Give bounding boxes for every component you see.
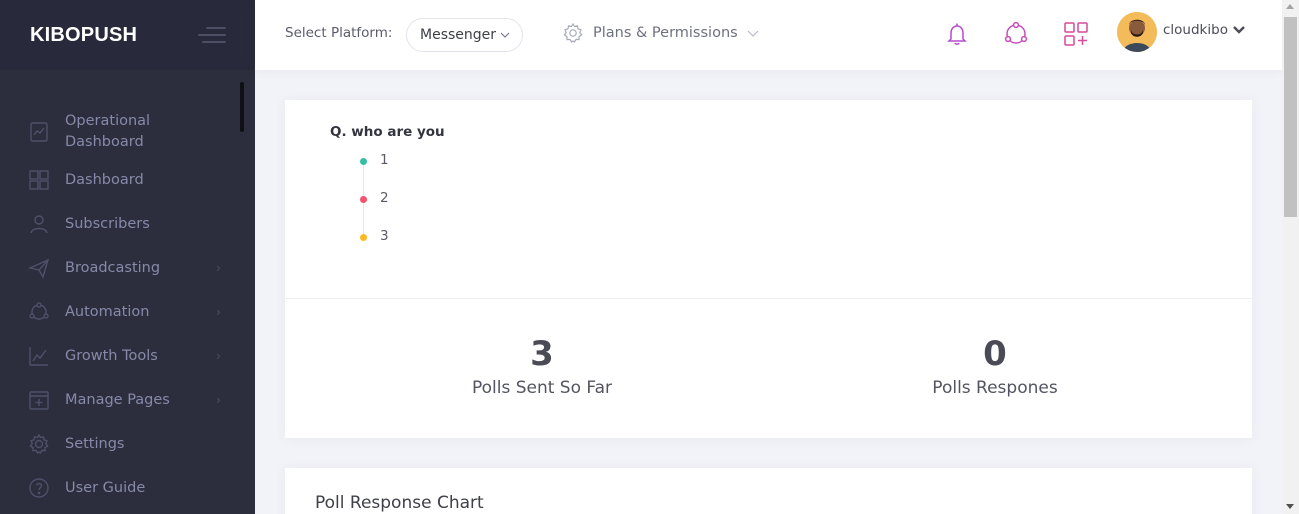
user-icon	[28, 213, 50, 235]
sidebar-item-label: Automation	[65, 303, 150, 320]
sidebar-item-manage-pages[interactable]: Manage Pages ›	[0, 378, 240, 422]
sidebar-item-label: Subscribers	[65, 215, 150, 232]
paper-plane-icon	[28, 257, 50, 279]
user-name: cloudkibo	[1163, 22, 1228, 38]
sidebar-menu: Operational Dashboard Dashboard Subscrib…	[0, 106, 240, 510]
platform-select[interactable]: Messenger	[406, 18, 523, 52]
poll-option: 1	[357, 150, 557, 188]
sidebar-item-label: Broadcasting	[65, 259, 161, 276]
brand-logo-text[interactable]: KIBOPUSH	[30, 24, 137, 47]
poll-question: Q. who are you	[330, 124, 445, 140]
plans-permissions-label: Plans & Permissions	[593, 25, 738, 41]
chevron-down-icon	[1233, 26, 1245, 34]
sidebar-item-automation[interactable]: Automation ›	[0, 290, 240, 334]
gear-icon	[563, 22, 583, 43]
apps-add-icon[interactable]	[1062, 20, 1090, 48]
sidebar-scrollbar[interactable]	[240, 82, 244, 132]
network-icon	[28, 301, 50, 323]
chevron-right-icon: ›	[216, 349, 221, 363]
sidebar-item-label: Dashboard	[65, 171, 144, 188]
stat-polls-sent: 3 Polls Sent So Far	[392, 332, 692, 398]
sidebar: KIBOPUSH Operational Dashboard Dashboard…	[0, 0, 255, 514]
chevron-down-icon	[500, 32, 510, 38]
avatar[interactable]	[1117, 12, 1157, 52]
sidebar-item-label: Manage Pages	[65, 391, 170, 408]
platform-select-value: Messenger	[420, 27, 497, 43]
poll-option-label: 2	[380, 190, 389, 206]
chevron-down-icon	[747, 30, 759, 37]
poll-options-list: 1 2 3	[357, 150, 557, 264]
question-icon	[28, 477, 50, 499]
network-icon[interactable]	[1002, 20, 1030, 48]
add-page-icon	[28, 389, 50, 411]
poll-option: 3	[357, 226, 557, 264]
scroll-down-arrow-icon[interactable]	[1286, 504, 1294, 509]
option-dot-icon	[360, 234, 367, 241]
sidebar-item-label: Growth Tools	[65, 347, 158, 364]
poll-option: 2	[357, 188, 557, 226]
poll-card: Q. who are you 1 2 3 3 Polls Sent So Far…	[285, 100, 1252, 438]
bell-icon[interactable]	[943, 20, 971, 48]
plans-permissions-dropdown[interactable]: Plans & Permissions	[562, 22, 759, 44]
option-dot-icon	[360, 196, 367, 203]
poll-option-label: 3	[380, 228, 389, 244]
scroll-up-arrow-icon[interactable]	[1286, 4, 1294, 9]
user-menu[interactable]: cloudkibo	[1117, 12, 1246, 52]
sidebar-item-broadcasting[interactable]: Broadcasting ›	[0, 246, 240, 290]
sidebar-item-label: Settings	[65, 435, 125, 452]
line-chart-icon	[28, 345, 50, 367]
sidebar-item-dashboard[interactable]: Dashboard	[0, 158, 240, 202]
sidebar-item-label: Operational Dashboard	[65, 113, 151, 150]
grid-icon	[28, 169, 50, 191]
sidebar-item-growth-tools[interactable]: Growth Tools ›	[0, 334, 240, 378]
chevron-right-icon: ›	[216, 305, 221, 319]
sidebar-item-label: User Guide	[65, 479, 146, 496]
scrollbar-thumb[interactable]	[1284, 17, 1297, 217]
top-header: Select Platform: Messenger Plans & Permi…	[255, 0, 1282, 70]
sidebar-item-operational-dashboard[interactable]: Operational Dashboard	[0, 106, 240, 158]
sidebar-item-subscribers[interactable]: Subscribers	[0, 202, 240, 246]
poll-response-chart-card: Poll Response Chart	[285, 468, 1252, 514]
stat-value: 0	[983, 334, 1007, 374]
chart-board-icon	[28, 121, 50, 143]
brand-header: KIBOPUSH	[0, 0, 255, 70]
chevron-right-icon: ›	[216, 261, 221, 275]
card-divider	[285, 298, 1252, 299]
chevron-right-icon: ›	[216, 393, 221, 407]
sidebar-toggle-icon[interactable]	[198, 27, 226, 45]
select-platform-label: Select Platform:	[285, 25, 393, 41]
sidebar-item-user-guide[interactable]: User Guide	[0, 466, 240, 510]
stat-polls-responses: 0 Polls Respones	[845, 332, 1145, 398]
page-scrollbar[interactable]	[1282, 0, 1299, 514]
option-dot-icon	[360, 158, 367, 165]
card-title: Poll Response Chart	[315, 493, 484, 513]
gear-icon	[28, 433, 50, 455]
poll-option-label: 1	[380, 152, 389, 168]
stat-value: 3	[530, 334, 554, 374]
sidebar-item-settings[interactable]: Settings	[0, 422, 240, 466]
stat-label: Polls Respones	[932, 378, 1058, 398]
stat-label: Polls Sent So Far	[471, 378, 613, 398]
